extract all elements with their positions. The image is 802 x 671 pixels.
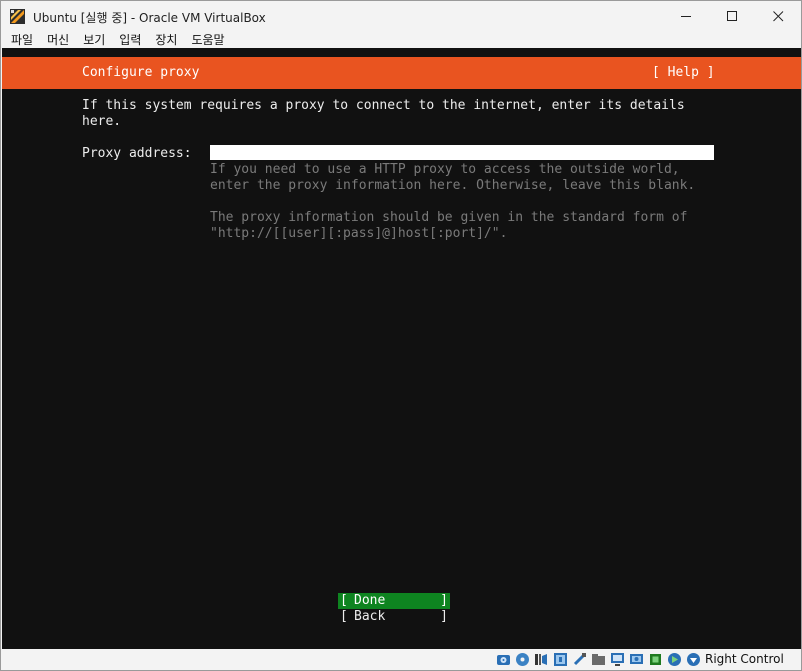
maximize-icon bbox=[726, 11, 737, 21]
menu-input[interactable]: 입력 bbox=[111, 32, 147, 48]
menu-machine[interactable]: 머신 bbox=[39, 32, 75, 48]
maximize-button[interactable] bbox=[709, 1, 755, 32]
display-icon[interactable] bbox=[609, 651, 626, 668]
status-icons bbox=[495, 651, 704, 668]
menu-bar: 파일 머신 보기 입력 장치 도움말 bbox=[1, 32, 801, 48]
virtualbox-app-icon bbox=[10, 9, 25, 24]
audio-icon[interactable] bbox=[533, 651, 550, 668]
optical-drive-icon[interactable] bbox=[514, 651, 531, 668]
vm-screen[interactable]: Configure proxy [ Help ] If this system … bbox=[2, 48, 801, 649]
intro-text: If this system requires a proxy to conne… bbox=[82, 98, 685, 129]
minimize-button[interactable] bbox=[663, 1, 709, 32]
bracket-right: ] bbox=[440, 593, 448, 608]
mouse-integration-icon[interactable] bbox=[666, 651, 683, 668]
bracket-left: [ bbox=[340, 593, 348, 608]
title-bar[interactable]: Ubuntu [실행 중] - Oracle VM VirtualBox bbox=[1, 1, 801, 32]
done-label: Done bbox=[354, 593, 386, 608]
usb-icon[interactable] bbox=[571, 651, 588, 668]
cpu-icon[interactable] bbox=[647, 651, 664, 668]
menu-help[interactable]: 도움말 bbox=[183, 32, 230, 48]
shared-folders-icon[interactable] bbox=[590, 651, 607, 668]
page-title: Configure proxy bbox=[82, 65, 200, 80]
hard-disk-icon[interactable] bbox=[495, 651, 512, 668]
proxy-format-text: The proxy information should be given in… bbox=[210, 210, 688, 241]
minimize-icon bbox=[680, 16, 691, 17]
virtualbox-window: Ubuntu [실행 중] - Oracle VM VirtualBox 파일 … bbox=[0, 0, 802, 671]
menu-devices[interactable]: 장치 bbox=[147, 32, 183, 48]
back-label: Back bbox=[354, 609, 386, 624]
keyboard-icon[interactable] bbox=[685, 651, 702, 668]
bracket-right: ] bbox=[440, 609, 448, 624]
menu-view[interactable]: 보기 bbox=[75, 32, 111, 48]
close-button[interactable] bbox=[755, 1, 801, 32]
proxy-hint-text: If you need to use a HTTP proxy to acces… bbox=[210, 162, 696, 193]
network-icon[interactable] bbox=[552, 651, 569, 668]
close-icon bbox=[772, 11, 783, 22]
done-button[interactable]: [ Done ] bbox=[338, 593, 450, 609]
bracket-left: [ bbox=[340, 609, 348, 624]
menu-file[interactable]: 파일 bbox=[1, 32, 39, 48]
video-capture-icon[interactable] bbox=[628, 651, 645, 668]
back-button[interactable]: [ Back ] bbox=[338, 609, 450, 625]
host-key-label[interactable]: Right Control bbox=[705, 652, 784, 666]
window-title: Ubuntu [실행 중] - Oracle VM VirtualBox bbox=[33, 11, 266, 25]
help-button[interactable]: [ Help ] bbox=[652, 65, 715, 80]
installer-header: Configure proxy [ Help ] bbox=[2, 57, 801, 89]
proxy-address-label: Proxy address: bbox=[82, 146, 192, 161]
status-bar: Right Control bbox=[1, 649, 801, 670]
proxy-address-input[interactable] bbox=[210, 145, 714, 160]
